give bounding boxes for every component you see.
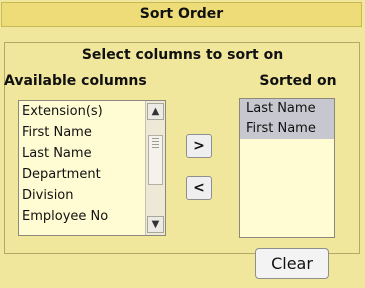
scroll-down-button[interactable]: ▼ xyxy=(147,216,164,233)
move-right-button[interactable]: > xyxy=(186,134,212,158)
list-item[interactable]: Department xyxy=(19,164,165,185)
sort-order-panel: Sort Order Select columns to sort on Ava… xyxy=(0,0,365,288)
chevron-up-icon: ▲ xyxy=(151,106,160,117)
sorted-on-list[interactable]: Last Name First Name xyxy=(239,98,335,238)
list-item[interactable]: First Name xyxy=(19,122,165,143)
list-item[interactable]: Extension(s) xyxy=(19,101,165,122)
list-item[interactable]: First Name xyxy=(240,119,334,139)
sorted-on-header: Sorted on xyxy=(259,73,337,89)
available-list-scrollbar[interactable]: ▲ ▼ xyxy=(145,101,165,235)
chevron-down-icon: ▼ xyxy=(151,219,160,230)
scroll-thumb[interactable] xyxy=(148,135,163,185)
panel-title: Sort Order xyxy=(1,2,362,27)
available-columns-header: Available columns xyxy=(4,73,147,89)
list-item[interactable]: Division xyxy=(19,185,165,206)
move-left-button[interactable]: < xyxy=(186,176,212,200)
section-title: Select columns to sort on xyxy=(81,47,284,63)
available-columns-list[interactable]: Extension(s) First Name Last Name Depart… xyxy=(18,100,166,236)
list-item[interactable]: Last Name xyxy=(240,99,334,119)
scroll-up-button[interactable]: ▲ xyxy=(147,103,164,120)
list-item[interactable]: Employee No xyxy=(19,206,165,227)
clear-button[interactable]: Clear xyxy=(255,248,329,279)
list-item[interactable]: Last Name xyxy=(19,143,165,164)
